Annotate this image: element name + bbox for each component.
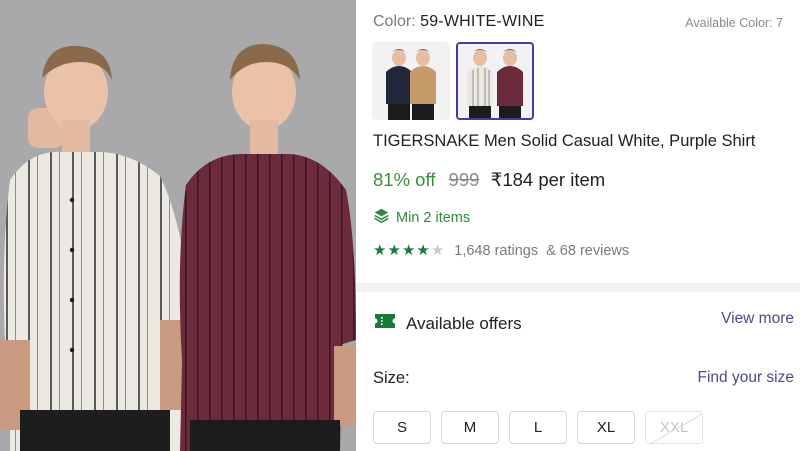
star-icon: ★	[387, 242, 401, 259]
offers-label: Available offers	[406, 313, 522, 333]
color-row: Color: 59-WHITE-WINE Available Color: 7	[373, 13, 783, 33]
offers-row[interactable]: Available offers View more	[373, 310, 794, 336]
color-label: Color:	[373, 13, 416, 30]
star-icon: ★	[416, 242, 430, 259]
size-option-s[interactable]: S	[373, 411, 431, 444]
view-more-link[interactable]: View more	[721, 310, 794, 328]
star-rating: ★ ★ ★ ★ ★	[373, 243, 444, 259]
size-option-xxl-unavailable: XXL	[645, 411, 703, 444]
find-your-size-link[interactable]: Find your size	[698, 369, 794, 387]
min-order-row: Min 2 items	[373, 207, 470, 228]
color-value: 59-WHITE-WINE	[420, 13, 545, 30]
min-order-text: Min 2 items	[396, 209, 471, 226]
star-empty-icon: ★	[430, 242, 445, 259]
size-option-xl[interactable]: XL	[577, 411, 635, 444]
layers-icon	[373, 207, 390, 228]
size-option-m[interactable]: M	[441, 411, 499, 444]
size-options: S M L XL XXL	[373, 411, 703, 444]
size-label: Size:	[373, 369, 410, 387]
star-icon: ★	[401, 242, 416, 259]
product-image[interactable]	[0, 0, 356, 451]
ratings-count: 1,648 ratings	[454, 243, 539, 259]
selling-price: ₹184 per item	[490, 169, 606, 190]
product-details-panel: Color: 59-WHITE-WINE Available Color: 7	[356, 0, 800, 451]
available-color-count: Available Color: 7	[685, 16, 783, 30]
size-option-l[interactable]: L	[509, 411, 567, 444]
original-price: 999	[448, 169, 480, 190]
discount-percent: 81% off	[373, 169, 436, 190]
section-divider	[356, 283, 800, 292]
reviews-count: & 68 reviews	[546, 243, 630, 259]
price-row: 81% off 999 ₹184 per item	[373, 169, 605, 191]
color-swatch-navy-beige[interactable]	[372, 42, 450, 120]
color-swatch-white-wine-selected[interactable]	[456, 42, 534, 120]
product-title: TIGERSNAKE Men Solid Casual White, Purpl…	[373, 132, 756, 150]
rating-row[interactable]: ★ ★ ★ ★ ★ 1,648 ratings & 68 reviews	[373, 243, 630, 260]
ticket-icon	[373, 312, 397, 335]
size-header: Size: Find your size	[373, 369, 794, 391]
star-icon: ★	[373, 242, 387, 259]
